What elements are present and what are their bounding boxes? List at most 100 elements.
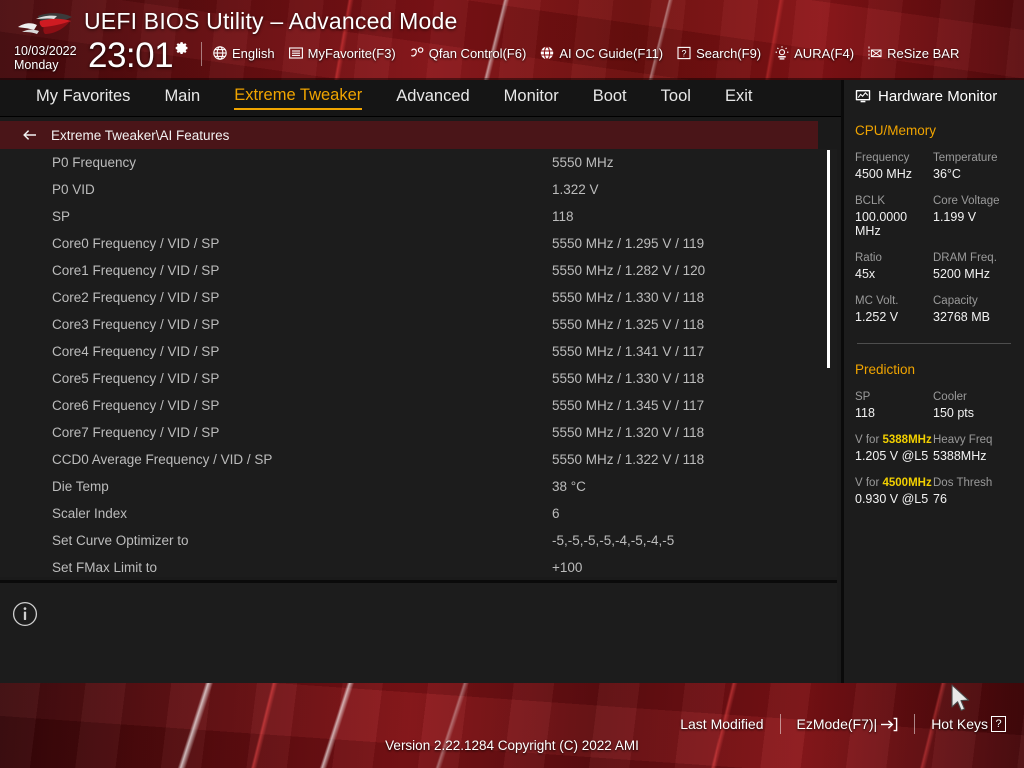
header-bar: UEFI BIOS Utility – Advanced Mode 10/03/… <box>0 0 1024 80</box>
hw-stat-pair: BCLK Core Voltage 100.0000 MHz 1.199 V <box>855 195 1013 238</box>
settings-row[interactable]: Core6 Frequency / VID / SP 5550 MHz / 1.3… <box>0 392 837 419</box>
resize-bar-icon <box>867 45 883 61</box>
settings-row-label: SP <box>52 209 71 224</box>
aura-button[interactable]: AURA(F4) <box>774 45 854 61</box>
hw-stat-pair: V for 5388MHz Heavy Freq 1.205 V @L5 5388MH… <box>855 434 1013 463</box>
help-pane <box>0 580 837 683</box>
tab-tool[interactable]: Tool <box>661 87 691 109</box>
ezmode-button[interactable]: EzMode(F7)| <box>797 716 899 732</box>
aura-label: AURA(F4) <box>794 45 855 61</box>
settings-row-label: Set FMax Limit to <box>52 560 158 575</box>
hw-stat-value: 4500 MHz <box>855 167 912 181</box>
settings-row-value: 5550 MHz / 1.282 V / 120 <box>552 263 706 278</box>
hw-stat-value: 1.199 V <box>933 210 977 224</box>
hw-stat-value: 45x <box>855 267 876 281</box>
ai-globe-icon <box>539 45 555 61</box>
date-text: 10/03/2022 <box>14 44 77 58</box>
gear-icon[interactable] <box>172 40 190 58</box>
settings-row[interactable]: Core1 Frequency / VID / SP 5550 MHz / 1.2… <box>0 257 837 284</box>
tab-extreme-tweaker[interactable]: Extreme Tweaker <box>234 86 363 110</box>
settings-row[interactable]: P0 Frequency 5550 MHz <box>0 149 837 176</box>
settings-row-value: 6 <box>552 506 560 521</box>
settings-row-value: 118 <box>552 209 574 224</box>
hw-stat-pair: Frequency Temperature 4500 MHz 36°C <box>855 152 1013 181</box>
exit-arrow-icon <box>880 717 898 732</box>
hw-stat-key: Capacity <box>933 295 978 307</box>
settings-row-label: P0 VID <box>52 182 95 197</box>
tab-main[interactable]: Main <box>164 87 200 109</box>
tab-monitor[interactable]: Monitor <box>504 87 559 109</box>
tab-boot[interactable]: Boot <box>593 87 627 109</box>
settings-row-label: Core2 Frequency / VID / SP <box>52 290 220 305</box>
breadcrumb-path: Extreme Tweaker\AI Features <box>51 127 230 143</box>
settings-row[interactable]: Core7 Frequency / VID / SP 5550 MHz / 1.3… <box>0 419 837 446</box>
myfavorite-button[interactable]: MyFavorite(F3) <box>288 45 396 61</box>
info-circle-icon[interactable] <box>12 601 38 627</box>
ai-oc-guide-label: AI OC Guide(F11) <box>559 45 664 61</box>
settings-row-value: -5,-5,-5,-5,-4,-5,-4,-5 <box>552 533 675 548</box>
hw-stat-value: 100.0000 MHz <box>855 210 908 238</box>
settings-row[interactable]: P0 VID 1.322 V <box>0 176 837 203</box>
qfan-control-button[interactable]: Qfan Control(F6) <box>409 45 527 61</box>
hw-stat-value: 5388MHz <box>933 449 987 463</box>
breadcrumb[interactable]: Extreme Tweaker\AI Features <box>0 121 818 149</box>
settings-row-value: 5550 MHz / 1.341 V / 117 <box>552 344 705 359</box>
settings-row[interactable]: SP 118 <box>0 203 837 230</box>
resize-bar-button[interactable]: ReSize BAR <box>867 45 959 61</box>
hardware-monitor-panel: Hardware Monitor CPU/Memory Frequency Temp… <box>841 80 1024 683</box>
footer-divider-1 <box>779 714 781 734</box>
last-modified-button[interactable]: Last Modified <box>680 716 763 732</box>
settings-row-value: 1.322 V <box>552 182 599 197</box>
language-label: English <box>232 45 275 61</box>
hw-stat-highlight: 5388MHz <box>882 434 932 446</box>
tab-exit[interactable]: Exit <box>725 87 753 109</box>
hw-stat-pair: SP Cooler 118 150 pts <box>855 391 1013 420</box>
settings-row-value: 5550 MHz / 1.295 V / 119 <box>552 236 705 251</box>
hw-stat-key: SP <box>855 391 871 403</box>
hardware-monitor-label: Hardware Monitor <box>878 88 998 105</box>
settings-row-value: 5550 MHz / 1.330 V / 118 <box>552 290 705 305</box>
weekday-text: Monday <box>14 58 59 72</box>
settings-row-label: Core3 Frequency / VID / SP <box>52 317 220 332</box>
settings-row-label: Core1 Frequency / VID / SP <box>52 263 220 278</box>
tab-my-favorites[interactable]: My Favorites <box>36 87 130 109</box>
monitor-icon <box>855 89 871 104</box>
hw-stat-key: Heavy Freq <box>933 434 993 446</box>
svg-text:?: ? <box>682 49 687 59</box>
footer-actions: Last Modified EzMode(F7)| Hot Keys ? <box>680 714 1006 734</box>
settings-row[interactable]: Core4 Frequency / VID / SP 5550 MHz / 1.3… <box>0 338 837 365</box>
footer-divider-2 <box>914 714 916 734</box>
settings-row-label: Core7 Frequency / VID / SP <box>52 425 220 440</box>
ai-oc-guide-button[interactable]: AI OC Guide(F11) <box>539 45 663 61</box>
hw-stat-value: 0.930 V @L5 <box>855 492 929 506</box>
hot-keys-button[interactable]: Hot Keys ? <box>931 716 1006 732</box>
header-toolbar: English MyFavorite(F3) Qfan Control(F6) … <box>212 45 959 61</box>
hw-stat-key: DRAM Freq. <box>933 252 997 264</box>
hw-stat-value: 1.252 V <box>855 310 899 324</box>
language-button[interactable]: English <box>212 45 275 61</box>
settings-row[interactable]: Core0 Frequency / VID / SP 5550 MHz / 1.2… <box>0 230 837 257</box>
settings-row[interactable]: Set Curve Optimizer to -5,-5,-5,-5,-4,-5,… <box>0 527 837 554</box>
settings-row[interactable]: Set FMax Limit to +100 <box>0 554 837 577</box>
hw-stat-value: 5200 MHz <box>933 267 990 281</box>
list-icon <box>288 45 304 61</box>
settings-row[interactable]: Core2 Frequency / VID / SP 5550 MHz / 1.3… <box>0 284 837 311</box>
settings-row-value: +100 <box>552 560 583 575</box>
settings-row[interactable]: Core3 Frequency / VID / SP 5550 MHz / 1.3… <box>0 311 837 338</box>
version-text: Version 2.22.1284 Copyright (C) 2022 AMI <box>385 738 639 753</box>
settings-row[interactable]: CCD0 Average Frequency / VID / SP 5550 MH… <box>0 446 837 473</box>
tab-advanced[interactable]: Advanced <box>396 87 469 109</box>
hw-section-divider <box>857 343 1011 344</box>
hw-stat-value: 1.205 V @L5 <box>855 449 929 463</box>
qfan-control-label: Qfan Control(F6) <box>428 45 527 61</box>
settings-row-label: Die Temp <box>52 479 109 494</box>
scrollbar-thumb[interactable] <box>827 150 830 368</box>
search-label: Search(F9) <box>696 45 762 61</box>
hw-stat-highlight: 4500MHz <box>882 477 932 489</box>
arrow-left-icon[interactable] <box>22 127 38 143</box>
settings-row[interactable]: Die Temp 38 °C <box>0 473 837 500</box>
settings-row-label: Set Curve Optimizer to <box>52 533 189 548</box>
settings-row[interactable]: Core5 Frequency / VID / SP 5550 MHz / 1.3… <box>0 365 837 392</box>
search-button[interactable]: ? Search(F9) <box>676 45 761 61</box>
settings-row[interactable]: Scaler Index 6 <box>0 500 837 527</box>
